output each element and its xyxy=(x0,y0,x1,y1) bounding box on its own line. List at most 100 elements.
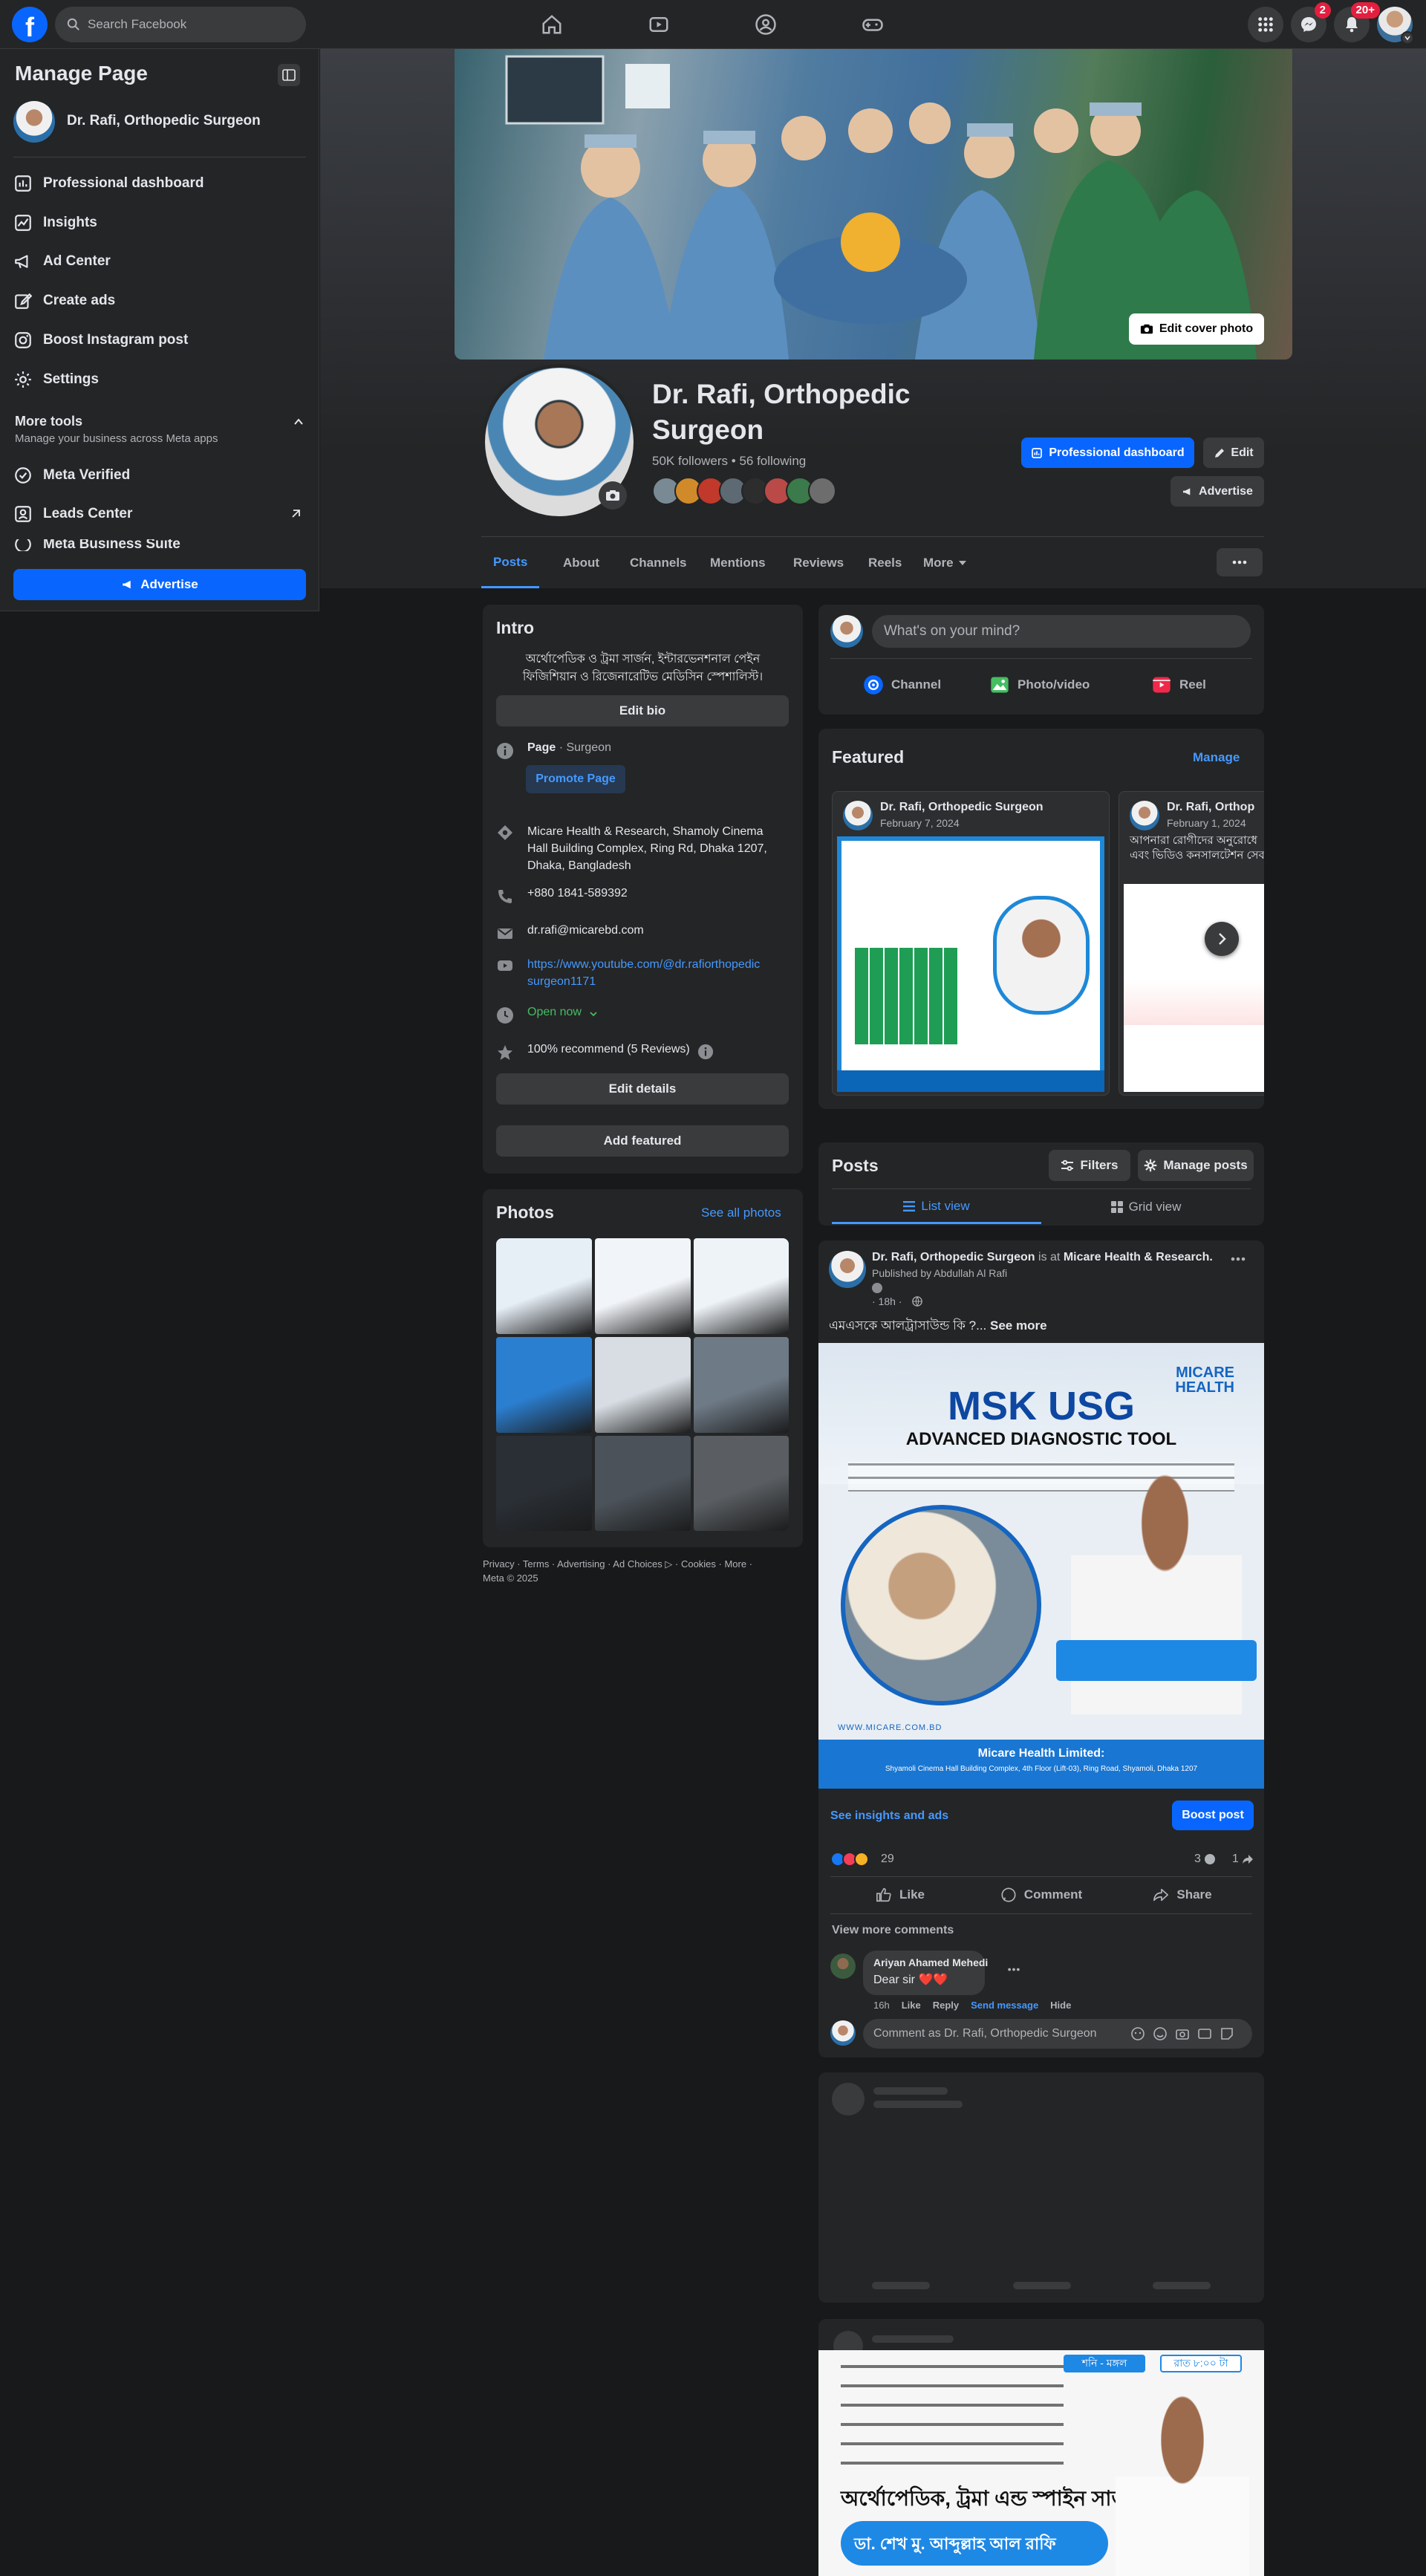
sidebar-advertise-button[interactable]: Advertise xyxy=(13,569,306,600)
home-icon[interactable] xyxy=(541,13,563,36)
sidebar-item-settings[interactable]: Settings xyxy=(13,370,99,389)
youtube-link[interactable]: https://www.youtube.com/@dr.rafiorthoped… xyxy=(527,956,760,973)
post-author[interactable]: Dr. Rafi, Orthopedic Surgeon xyxy=(872,1251,1035,1263)
follower-avatars[interactable] xyxy=(652,477,860,507)
notifications-button[interactable]: 20+ xyxy=(1334,2,1380,42)
commenter-name[interactable]: Ariyan Ahamed Mehedi xyxy=(873,1957,988,1968)
intro-youtube[interactable]: https://www.youtube.com/@dr.rafiorthoped… xyxy=(496,956,760,990)
cover-photo[interactable]: Edit cover photo xyxy=(455,49,1292,360)
post-author-avatar[interactable] xyxy=(829,1251,866,1288)
edit-bio-button[interactable]: Edit bio xyxy=(496,695,789,726)
share-button[interactable]: Share xyxy=(1113,1879,1252,1910)
reaction-icons[interactable] xyxy=(830,1852,869,1867)
post-time[interactable]: · 18h · xyxy=(872,1295,902,1307)
photo-thumbnail[interactable] xyxy=(496,1238,592,1334)
sidebar-page-name[interactable]: Dr. Rafi, Orthopedic Surgeon xyxy=(67,113,261,129)
see-more-link[interactable]: See more xyxy=(990,1318,1047,1333)
comment-composer-avatar[interactable] xyxy=(830,2020,856,2046)
profile-camera-icon[interactable] xyxy=(599,481,627,510)
post-image[interactable]: MICARE HEALTH MSK USG ADVANCED DIAGNOSTI… xyxy=(818,1343,1264,1789)
photo-thumbnail[interactable] xyxy=(694,1436,789,1531)
sidebar-item-professional-dashboard[interactable]: Professional dashboard xyxy=(13,174,204,193)
grid-view-tab[interactable]: Grid view xyxy=(1041,1190,1251,1224)
account-chevron-icon[interactable] xyxy=(1401,31,1414,45)
boost-post-button[interactable]: Boost post xyxy=(1172,1801,1254,1830)
collapse-sidebar-icon[interactable] xyxy=(278,64,300,86)
featured-post-1[interactable]: Dr. Rafi, Orthopedic Surgeon February 7,… xyxy=(832,791,1110,1096)
edit-cover-photo-button[interactable]: Edit cover photo xyxy=(1129,313,1264,345)
tab-more[interactable]: More xyxy=(911,538,979,588)
follower-stats[interactable]: 50K followers • 56 following xyxy=(652,454,806,469)
intro-hours[interactable]: Open now xyxy=(496,1006,598,1024)
channel-button[interactable]: Channel xyxy=(863,670,941,700)
comment-share-counts[interactable]: 3 1 xyxy=(1194,1853,1254,1866)
comment-like-link[interactable]: Like xyxy=(902,2000,921,2011)
reel-button[interactable]: Reel xyxy=(1151,670,1206,700)
reaction-count[interactable]: 29 xyxy=(881,1853,894,1866)
messenger-button[interactable]: 2 xyxy=(1291,2,1331,42)
manage-posts-button[interactable]: Manage posts xyxy=(1138,1150,1254,1181)
view-more-comments-link[interactable]: View more comments xyxy=(832,1924,954,1937)
commenter-avatar[interactable] xyxy=(830,1954,856,1979)
next-post-image[interactable]: শনি - মঙ্গল রাত ৮:০০ টা অর্থোপেডিক, ট্রম… xyxy=(818,2350,1264,2576)
camera-icon[interactable] xyxy=(1175,2026,1190,2041)
comment-hide-link[interactable]: Hide xyxy=(1050,2000,1071,2011)
photo-thumbnail[interactable] xyxy=(595,1238,691,1334)
comment-time[interactable]: 16h xyxy=(873,2000,890,2011)
featured-manage-link[interactable]: Manage xyxy=(1193,750,1240,765)
tab-channels[interactable]: Channels xyxy=(618,538,699,588)
gaming-icon[interactable] xyxy=(862,13,884,36)
sidebar-item-meta-business-suite[interactable]: Meta Business Suite xyxy=(0,539,319,551)
gif-icon[interactable] xyxy=(1197,2026,1212,2041)
photo-thumbnail[interactable] xyxy=(694,1238,789,1334)
photo-thumbnail[interactable] xyxy=(595,1337,691,1433)
search-box[interactable]: Search Facebook xyxy=(55,7,306,42)
filters-button[interactable]: Filters xyxy=(1049,1150,1130,1181)
menu-grid-icon[interactable] xyxy=(1248,7,1283,42)
tab-reviews[interactable]: Reviews xyxy=(781,538,856,588)
facebook-logo-icon[interactable]: f xyxy=(12,7,48,42)
edit-details-button[interactable]: Edit details xyxy=(496,1073,789,1105)
edit-page-button[interactable]: Edit xyxy=(1203,438,1264,468)
like-button[interactable]: Like xyxy=(830,1879,970,1910)
sidebar-item-insights[interactable]: Insights xyxy=(13,213,97,232)
photo-thumbnail[interactable] xyxy=(496,1436,592,1531)
more-tools-title[interactable]: More tools xyxy=(15,414,82,429)
sidebar-item-create-ads[interactable]: Create ads xyxy=(13,291,115,310)
chevron-up-icon[interactable] xyxy=(293,416,305,428)
more-options-button[interactable] xyxy=(1217,548,1263,576)
comment-reply-link[interactable]: Reply xyxy=(933,2000,959,2011)
composer-avatar[interactable] xyxy=(830,615,863,648)
sidebar-item-meta-verified[interactable]: Meta Verified xyxy=(13,466,130,485)
avatar-sticker-icon[interactable] xyxy=(1130,2026,1145,2041)
tab-reels[interactable]: Reels xyxy=(856,538,914,588)
featured-post-2[interactable]: Dr. Rafi, Orthop February 1, 2024 আপনারা… xyxy=(1119,791,1264,1096)
see-all-photos-link[interactable]: See all photos xyxy=(701,1206,781,1220)
advertise-button[interactable]: Advertise xyxy=(1171,476,1264,507)
photos-title[interactable]: Photos xyxy=(496,1203,554,1223)
add-featured-button[interactable]: Add featured xyxy=(496,1125,789,1157)
sidebar-item-leads-center[interactable]: Leads Center xyxy=(13,504,132,524)
footer-links[interactable]: Privacy · Terms · Advertising · Ad Choic… xyxy=(483,1558,752,1570)
comment-button[interactable]: Comment xyxy=(971,1879,1111,1910)
sidebar-item-ad-center[interactable]: Ad Center xyxy=(13,252,111,271)
sticker-icon[interactable] xyxy=(1220,2026,1234,2041)
photo-thumbnail[interactable] xyxy=(595,1436,691,1531)
groups-icon[interactable] xyxy=(755,13,777,36)
professional-dashboard-button[interactable]: Professional dashboard xyxy=(1021,438,1194,468)
tab-mentions[interactable]: Mentions xyxy=(698,538,778,588)
photo-thumbnail[interactable] xyxy=(496,1337,592,1433)
page-avatar[interactable] xyxy=(13,101,55,143)
search-input[interactable]: Search Facebook xyxy=(88,17,186,32)
featured-next-button[interactable] xyxy=(1205,922,1239,956)
post-location[interactable]: Micare Health & Research. xyxy=(1064,1251,1213,1263)
photo-video-button[interactable]: Photo/video xyxy=(989,670,1090,700)
list-view-tab[interactable]: List view xyxy=(832,1190,1041,1224)
emoji-icon[interactable] xyxy=(1153,2026,1168,2041)
youtube-link-cont[interactable]: surgeon1171 xyxy=(527,973,760,990)
whats-on-your-mind-input[interactable]: What's on your mind? xyxy=(872,615,1251,648)
tab-about[interactable]: About xyxy=(551,538,611,588)
sidebar-item-boost-instagram[interactable]: Boost Instagram post xyxy=(13,331,188,350)
photo-thumbnail[interactable] xyxy=(694,1337,789,1433)
tab-posts[interactable]: Posts xyxy=(481,538,540,588)
